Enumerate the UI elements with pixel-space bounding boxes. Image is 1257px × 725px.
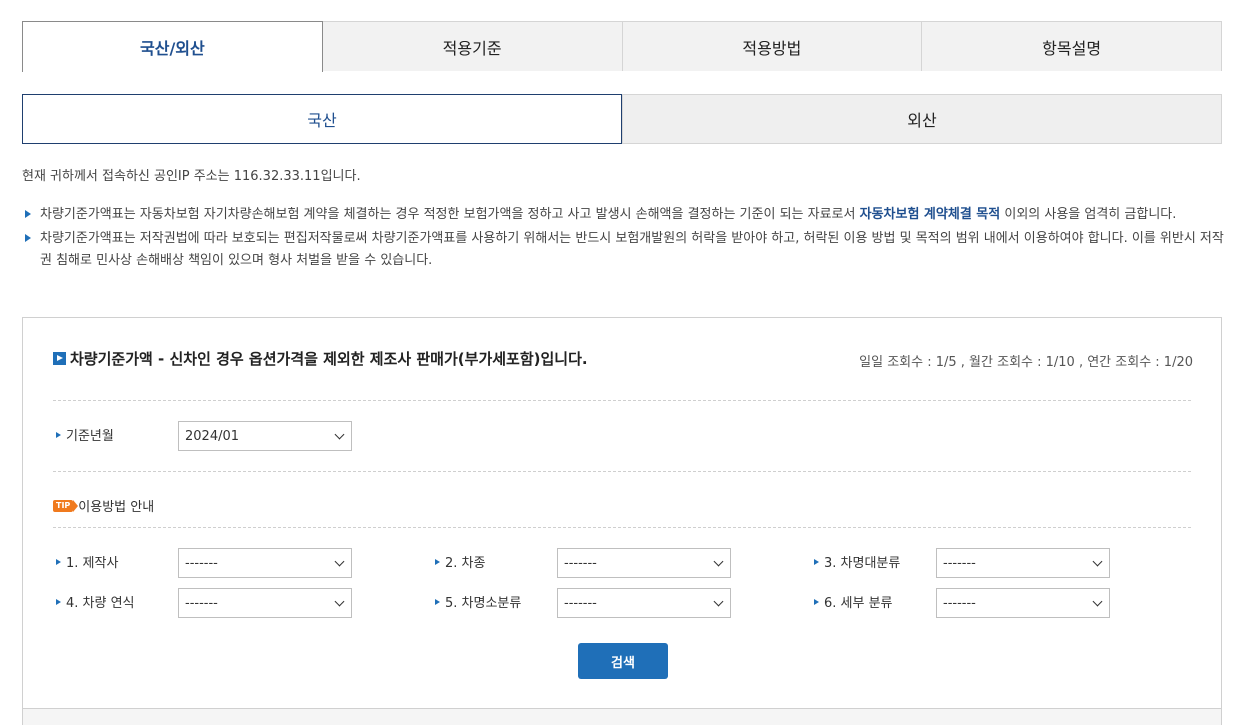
triangle-bullet-icon [814,598,819,605]
detail-class-value: ------- [943,595,976,611]
notice-item: 차량기준가액표는 자동차보험 자기차량손해보험 계약을 체결하는 경우 적정한 … [22,204,1226,226]
notice-item: 차량기준가액표는 저작권법에 따라 보호되는 편집저작물로써 차량기준가액표를 … [22,228,1226,272]
notice-list: 차량기준가액표는 자동차보험 자기차량손해보험 계약을 체결하는 경우 적정한 … [22,204,1226,274]
panel-title: 차량기준가액 - 신차인 경우 옵션가격을 제외한 제조사 판매가(부가세포함)… [53,348,588,369]
model-year-label-text: 4. 차량 연식 [66,596,135,611]
manufacturer-select[interactable]: ------- [178,548,352,578]
usage-guide-link[interactable]: TIP 이용방법 안내 [53,496,154,515]
triangle-bullet-icon [25,210,31,218]
base-month-value: 2024/01 [185,428,240,444]
manufacturer-label-text: 1. 제작사 [66,556,119,571]
manufacturer-label: 1. 제작사 [56,552,118,571]
triangle-bullet-icon [435,558,440,565]
tab-domestic[interactable]: 국산 [22,94,622,144]
triangle-bullet-icon [25,234,31,242]
panel-footer [23,708,1221,725]
manufacturer-value: ------- [185,555,218,571]
play-square-icon [53,352,66,365]
base-month-label: 기준년월 [56,425,114,444]
chevron-down-icon [334,596,345,607]
tab-domestic-foreign[interactable]: 국산/외산 [22,21,323,72]
triangle-bullet-icon [56,598,61,605]
panel-title-text: 차량기준가액 - 신차인 경우 옵션가격을 제외한 제조사 판매가(부가세포함)… [70,350,588,368]
model-year-select[interactable]: ------- [178,588,352,618]
divider [53,527,1191,528]
model-minor-select[interactable]: ------- [557,588,731,618]
base-month-label-text: 기준년월 [66,429,114,444]
base-month-select[interactable]: 2024/01 [178,421,352,451]
model-major-select[interactable]: ------- [936,548,1110,578]
model-minor-label: 5. 차명소분류 [435,592,521,611]
triangle-bullet-icon [814,558,819,565]
vehicle-type-label-text: 2. 차종 [445,556,486,571]
model-year-label: 4. 차량 연식 [56,592,135,611]
sub-tabs: 국산 외산 [22,94,1222,144]
chevron-down-icon [713,556,724,567]
triangle-bullet-icon [56,431,61,438]
model-major-value: ------- [943,555,976,571]
view-counts: 일일 조회수 : 1/5 , 월간 조회수 : 1/10 , 연간 조회수 : … [859,355,1193,370]
notice-text: 차량기준가액표는 자동차보험 자기차량손해보험 계약을 체결하는 경우 적정한 … [40,207,860,222]
search-panel: 차량기준가액 - 신차인 경우 옵션가격을 제외한 제조사 판매가(부가세포함)… [22,317,1222,725]
triangle-bullet-icon [56,558,61,565]
chevron-down-icon [334,429,345,440]
chevron-down-icon [334,556,345,567]
detail-class-select[interactable]: ------- [936,588,1110,618]
notice-highlight: 자동차보험 계약체결 목적 [859,207,1001,222]
main-tabs: 국산/외산 적용기준 적용방법 항목설명 [22,21,1222,72]
chevron-down-icon [1092,596,1103,607]
search-button[interactable]: 검색 [578,643,668,679]
divider [53,400,1191,401]
vehicle-type-select[interactable]: ------- [557,548,731,578]
usage-guide-label: 이용방법 안내 [78,500,155,515]
chevron-down-icon [1092,556,1103,567]
ip-notice: 현재 귀하께서 접속하신 공인IP 주소는 116.32.33.11입니다. [22,169,361,184]
model-major-label-text: 3. 차명대분류 [824,556,901,571]
tab-foreign[interactable]: 외산 [622,94,1222,144]
model-year-value: ------- [185,595,218,611]
chevron-down-icon [713,596,724,607]
triangle-bullet-icon [435,598,440,605]
tip-badge: TIP [53,499,79,512]
detail-class-label-text: 6. 세부 분류 [824,596,893,611]
model-major-label: 3. 차명대분류 [814,552,900,571]
divider [53,471,1191,472]
model-minor-value: ------- [564,595,597,611]
tab-criteria[interactable]: 적용기준 [322,21,623,71]
vehicle-type-label: 2. 차종 [435,552,485,571]
tab-method[interactable]: 적용방법 [622,21,923,71]
vehicle-type-value: ------- [564,555,597,571]
tab-item-description[interactable]: 항목설명 [922,21,1222,71]
notice-text: 차량기준가액표는 저작권법에 따라 보호되는 편집저작물로써 차량기준가액표를 … [40,231,1224,268]
model-minor-label-text: 5. 차명소분류 [445,596,522,611]
detail-class-label: 6. 세부 분류 [814,592,893,611]
notice-text: 이외의 사용을 엄격히 금합니다. [1000,207,1177,222]
